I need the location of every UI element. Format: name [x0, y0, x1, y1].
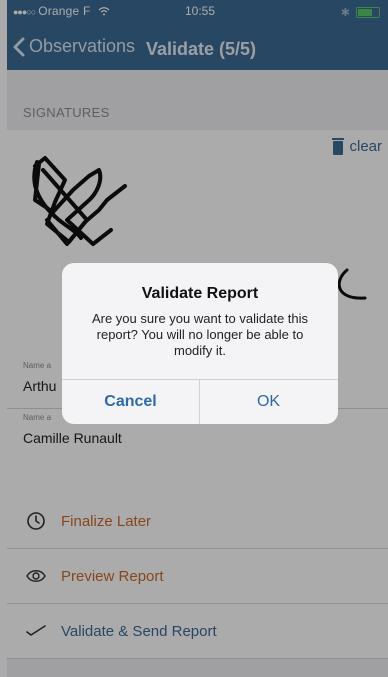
app-screen: SIGNATURES clear Name a Arthu Name a Cam…	[0, 0, 388, 677]
validate-report-dialog: Validate Report Are you sure you want to…	[62, 263, 338, 424]
dialog-title: Validate Report	[141, 285, 259, 302]
cancel-button[interactable]: Cancel	[62, 380, 199, 424]
ok-button[interactable]: OK	[200, 380, 337, 424]
dialog-message: Are you sure you want to validate this r…	[91, 311, 309, 358]
